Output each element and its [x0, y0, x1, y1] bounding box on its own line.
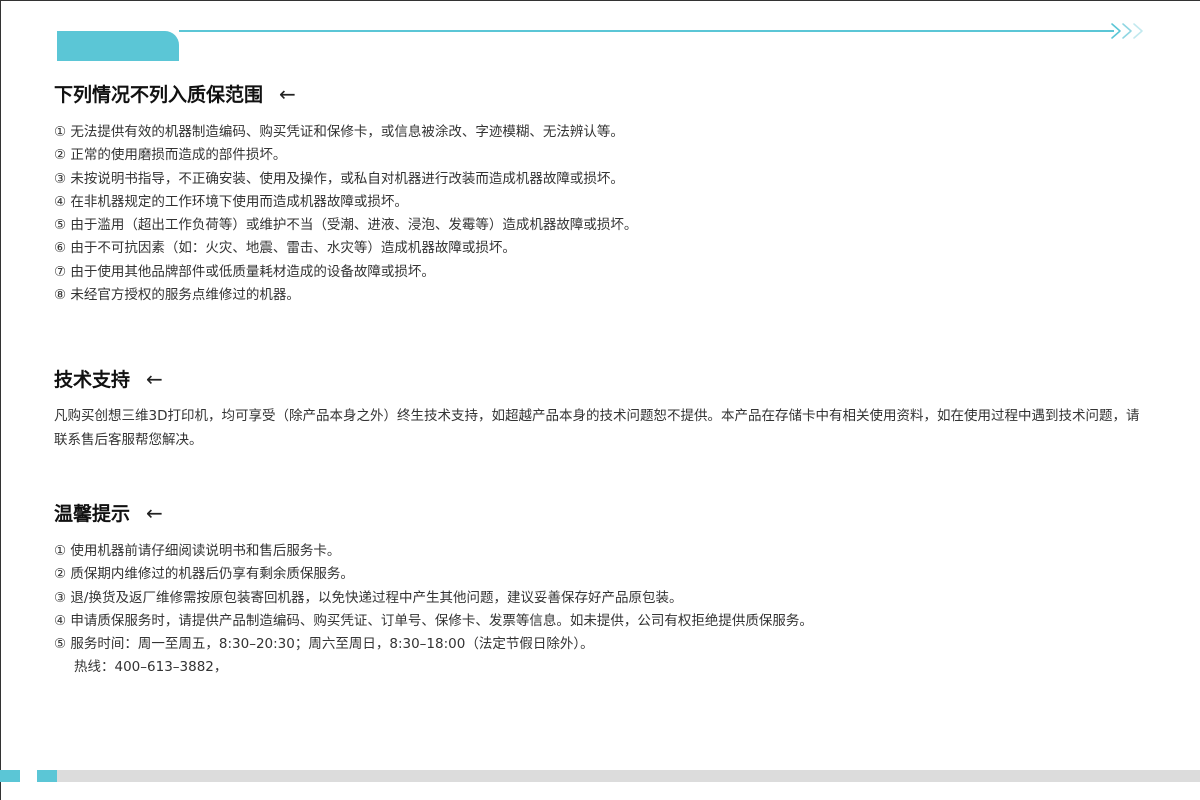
section-title-tips: 温馨提示 ←	[54, 499, 163, 526]
list-item: ③ 退/换货及返厂维修需按原包装寄回机器，以免快递过程中产生其他问题，建议妥善保…	[54, 589, 683, 606]
list-item: ② 质保期内维修过的机器后仍享有剩余质保服务。	[54, 566, 354, 583]
tech-support-paragraph: 凡购买创想三维3D打印机，均可享受（除产品本身之外）终生技术支持，如超越产品本身…	[54, 408, 1140, 448]
list-item: ⑥ 由于不可抗因素（如：火灾、地震、雷击、水灾等）造成机器故障或损坏。	[54, 240, 516, 257]
section-title-text: 下列情况不列入质保范围	[54, 84, 264, 106]
warranty-exclusions-list: ① 无法提供有效的机器制造编码、购买凭证和保修卡，或信息被涂改、字迹模糊、无法辨…	[54, 121, 637, 307]
triple-chevron-right-icon	[1111, 23, 1143, 39]
left-arrow-icon: ←	[146, 500, 163, 525]
header-accent-tab	[57, 31, 179, 61]
tips-list: ① 使用机器前请仔细阅读说明书和售后服务卡。 ② 质保期内维修过的机器后仍享有剩…	[54, 540, 813, 680]
list-item: ⑤ 由于滥用（超出工作负荷等）或维护不当（受潮、进液、浸泡、发霉等）造成机器故障…	[54, 217, 638, 234]
footer-bar	[57, 770, 1200, 782]
list-item: ③ 未按说明书指导，不正确安装、使用及操作，或私自对机器进行改装而造成机器故障或…	[54, 170, 624, 187]
section-title-tech-support: 技术支持 ←	[54, 365, 163, 392]
header-accent-line	[179, 30, 1114, 32]
left-arrow-icon: ←	[146, 366, 163, 391]
list-item: ① 使用机器前请仔细阅读说明书和售后服务卡。	[54, 543, 341, 559]
footer-accent-block	[37, 770, 57, 782]
page-border-top	[0, 0, 1200, 1]
hotline-text: 热线：400–613–3882，	[74, 659, 228, 676]
list-item: ① 无法提供有效的机器制造编码、购买凭证和保修卡，或信息被涂改、字迹模糊、无法辨…	[54, 124, 624, 140]
list-item: ⑧ 未经官方授权的服务点维修过的机器。	[54, 287, 300, 304]
footer-accent-block	[0, 770, 20, 782]
section-title-text: 温馨提示	[54, 503, 131, 525]
left-arrow-icon: ←	[279, 81, 296, 106]
list-item: ④ 在非机器规定的工作环境下使用而造成机器故障或损坏。	[54, 193, 408, 210]
section-title-text: 技术支持	[54, 369, 131, 391]
section-title-warranty-exclusions: 下列情况不列入质保范围 ←	[54, 80, 296, 107]
page-border-left	[0, 0, 1, 800]
list-item: ② 正常的使用磨损而造成的部件损坏。	[54, 147, 287, 164]
list-item: ⑦ 由于使用其他品牌部件或低质量耗材造成的设备故障或损坏。	[54, 263, 435, 280]
list-item: ④ 申请质保服务时，请提供产品制造编码、购买凭证、订单号、保修卡、发票等信息。如…	[54, 612, 813, 629]
list-item: ⑤ 服务时间：周一至周五，8:30–20:30；周六至周日，8:30–18:00…	[54, 636, 594, 653]
